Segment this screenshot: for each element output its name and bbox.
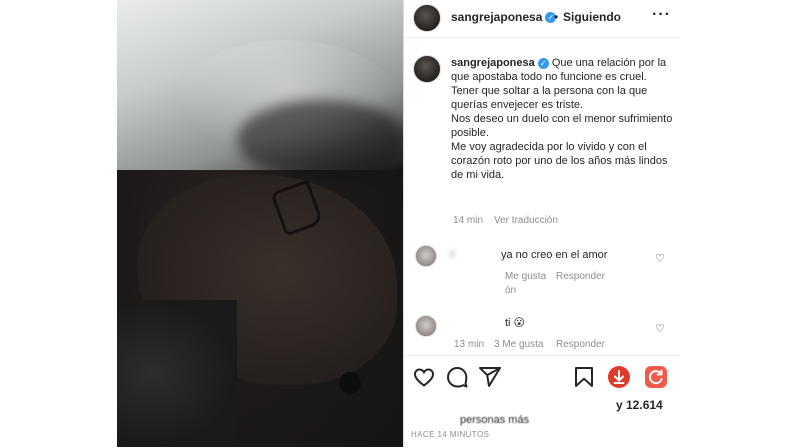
author-username-text[interactable]: sangrejaponesa — [451, 10, 542, 24]
more-options-icon[interactable]: ··· — [652, 6, 671, 24]
caption-verified-badge-icon: ✓ — [537, 57, 549, 69]
post-timestamp: HACE 14 MINUTOS — [411, 430, 490, 439]
comment-like-heart-icon[interactable]: ♡ — [655, 252, 665, 265]
photo-pillow — [117, 300, 237, 447]
caption-line: Me voy agradecida por lo vivido y con el… — [451, 141, 668, 181]
post-header: sangrejaponesa ✓ • Siguiendo ··· — [404, 0, 680, 38]
share-icon[interactable] — [478, 365, 502, 389]
caption-username[interactable]: sangrejaponesa — [451, 57, 535, 69]
comment-like-heart-icon[interactable]: ♡ — [655, 322, 665, 335]
see-translation-link[interactable]: Ver traducción — [494, 215, 558, 226]
photo-ring — [339, 372, 361, 394]
comment-icon[interactable] — [445, 365, 469, 389]
comment-text: ya no creo en el amor — [501, 249, 608, 261]
caption-line: Nos deseo un duelo con el menor sufrimie… — [451, 113, 673, 139]
comment-text: ti 😮 — [505, 317, 526, 329]
comment-reply-link[interactable]: Responder — [556, 339, 605, 350]
comment-extra-text[interactable]: ón — [505, 285, 516, 296]
page-background-left — [0, 0, 117, 447]
likes-text: personas más — [460, 414, 530, 426]
commenter-avatar[interactable] — [415, 315, 437, 337]
author-username[interactable]: sangrejaponesa ✓ — [451, 10, 557, 24]
post-caption: sangrejaponesa ✓ Que una relación por la … — [451, 56, 673, 182]
post-side-panel: sangrejaponesa ✓ • Siguiendo ··· sangreja… — [403, 0, 680, 448]
bookmark-icon[interactable] — [572, 365, 596, 389]
heart-icon[interactable] — [412, 365, 436, 389]
download-icon[interactable] — [607, 365, 631, 389]
commenter-username[interactable]: l — [451, 249, 453, 261]
commenter-avatar[interactable] — [415, 245, 437, 267]
post-actions: y 12.614 personas más HACE 14 MINUTOS — [404, 355, 680, 448]
post-photo[interactable] — [117, 0, 403, 447]
comment-reply-link[interactable]: Responder — [556, 271, 605, 282]
comment-likes-count[interactable]: Me gusta — [505, 271, 546, 282]
caption-time[interactable]: 14 min — [453, 215, 483, 226]
header-separator: • — [554, 10, 559, 24]
caption-line: Tener que soltar a la persona con la que… — [451, 85, 648, 111]
refresh-icon[interactable] — [644, 365, 668, 389]
comment-likes-count[interactable]: 3 Me gusta — [494, 339, 543, 350]
comment-time[interactable]: 13 min — [454, 339, 484, 350]
page-background-right — [679, 0, 800, 447]
author-avatar[interactable] — [413, 4, 441, 32]
caption-author-avatar[interactable] — [413, 55, 441, 83]
likes-count[interactable]: y 12.614 — [616, 398, 663, 412]
following-button[interactable]: Siguiendo — [563, 10, 621, 24]
photo-sheet-shadow — [237, 100, 403, 180]
